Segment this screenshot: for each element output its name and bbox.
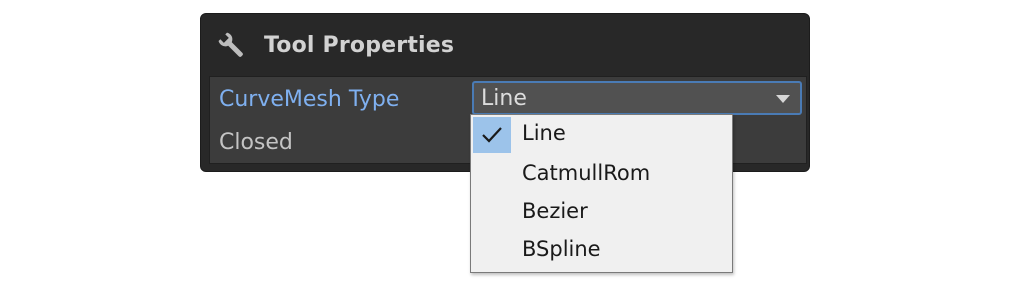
panel-title: Tool Properties xyxy=(264,33,455,58)
menu-item-label: Line xyxy=(522,121,566,145)
menu-item-bezier[interactable]: Bezier xyxy=(471,193,732,231)
menu-item-label: Bezier xyxy=(522,199,588,223)
curvemesh-type-label: CurveMesh Type xyxy=(219,87,400,112)
chevron-down-icon xyxy=(776,95,790,103)
panel-header: Tool Properties xyxy=(201,14,809,76)
checkmark-icon xyxy=(473,117,511,153)
menu-item-catmullrom[interactable]: CatmullRom xyxy=(471,155,732,193)
menu-item-label: BSpline xyxy=(522,237,601,261)
curvemesh-type-value: Line xyxy=(481,86,527,111)
wrench-icon xyxy=(217,31,247,61)
curvemesh-type-dropdown-menu: Line CatmullRom Bezier BSpline xyxy=(470,114,733,273)
menu-item-label: CatmullRom xyxy=(522,161,651,185)
curvemesh-type-select[interactable]: Line xyxy=(472,81,802,115)
menu-item-bspline[interactable]: BSpline xyxy=(471,231,732,269)
menu-item-line[interactable]: Line xyxy=(471,115,732,153)
closed-label: Closed xyxy=(219,130,293,155)
